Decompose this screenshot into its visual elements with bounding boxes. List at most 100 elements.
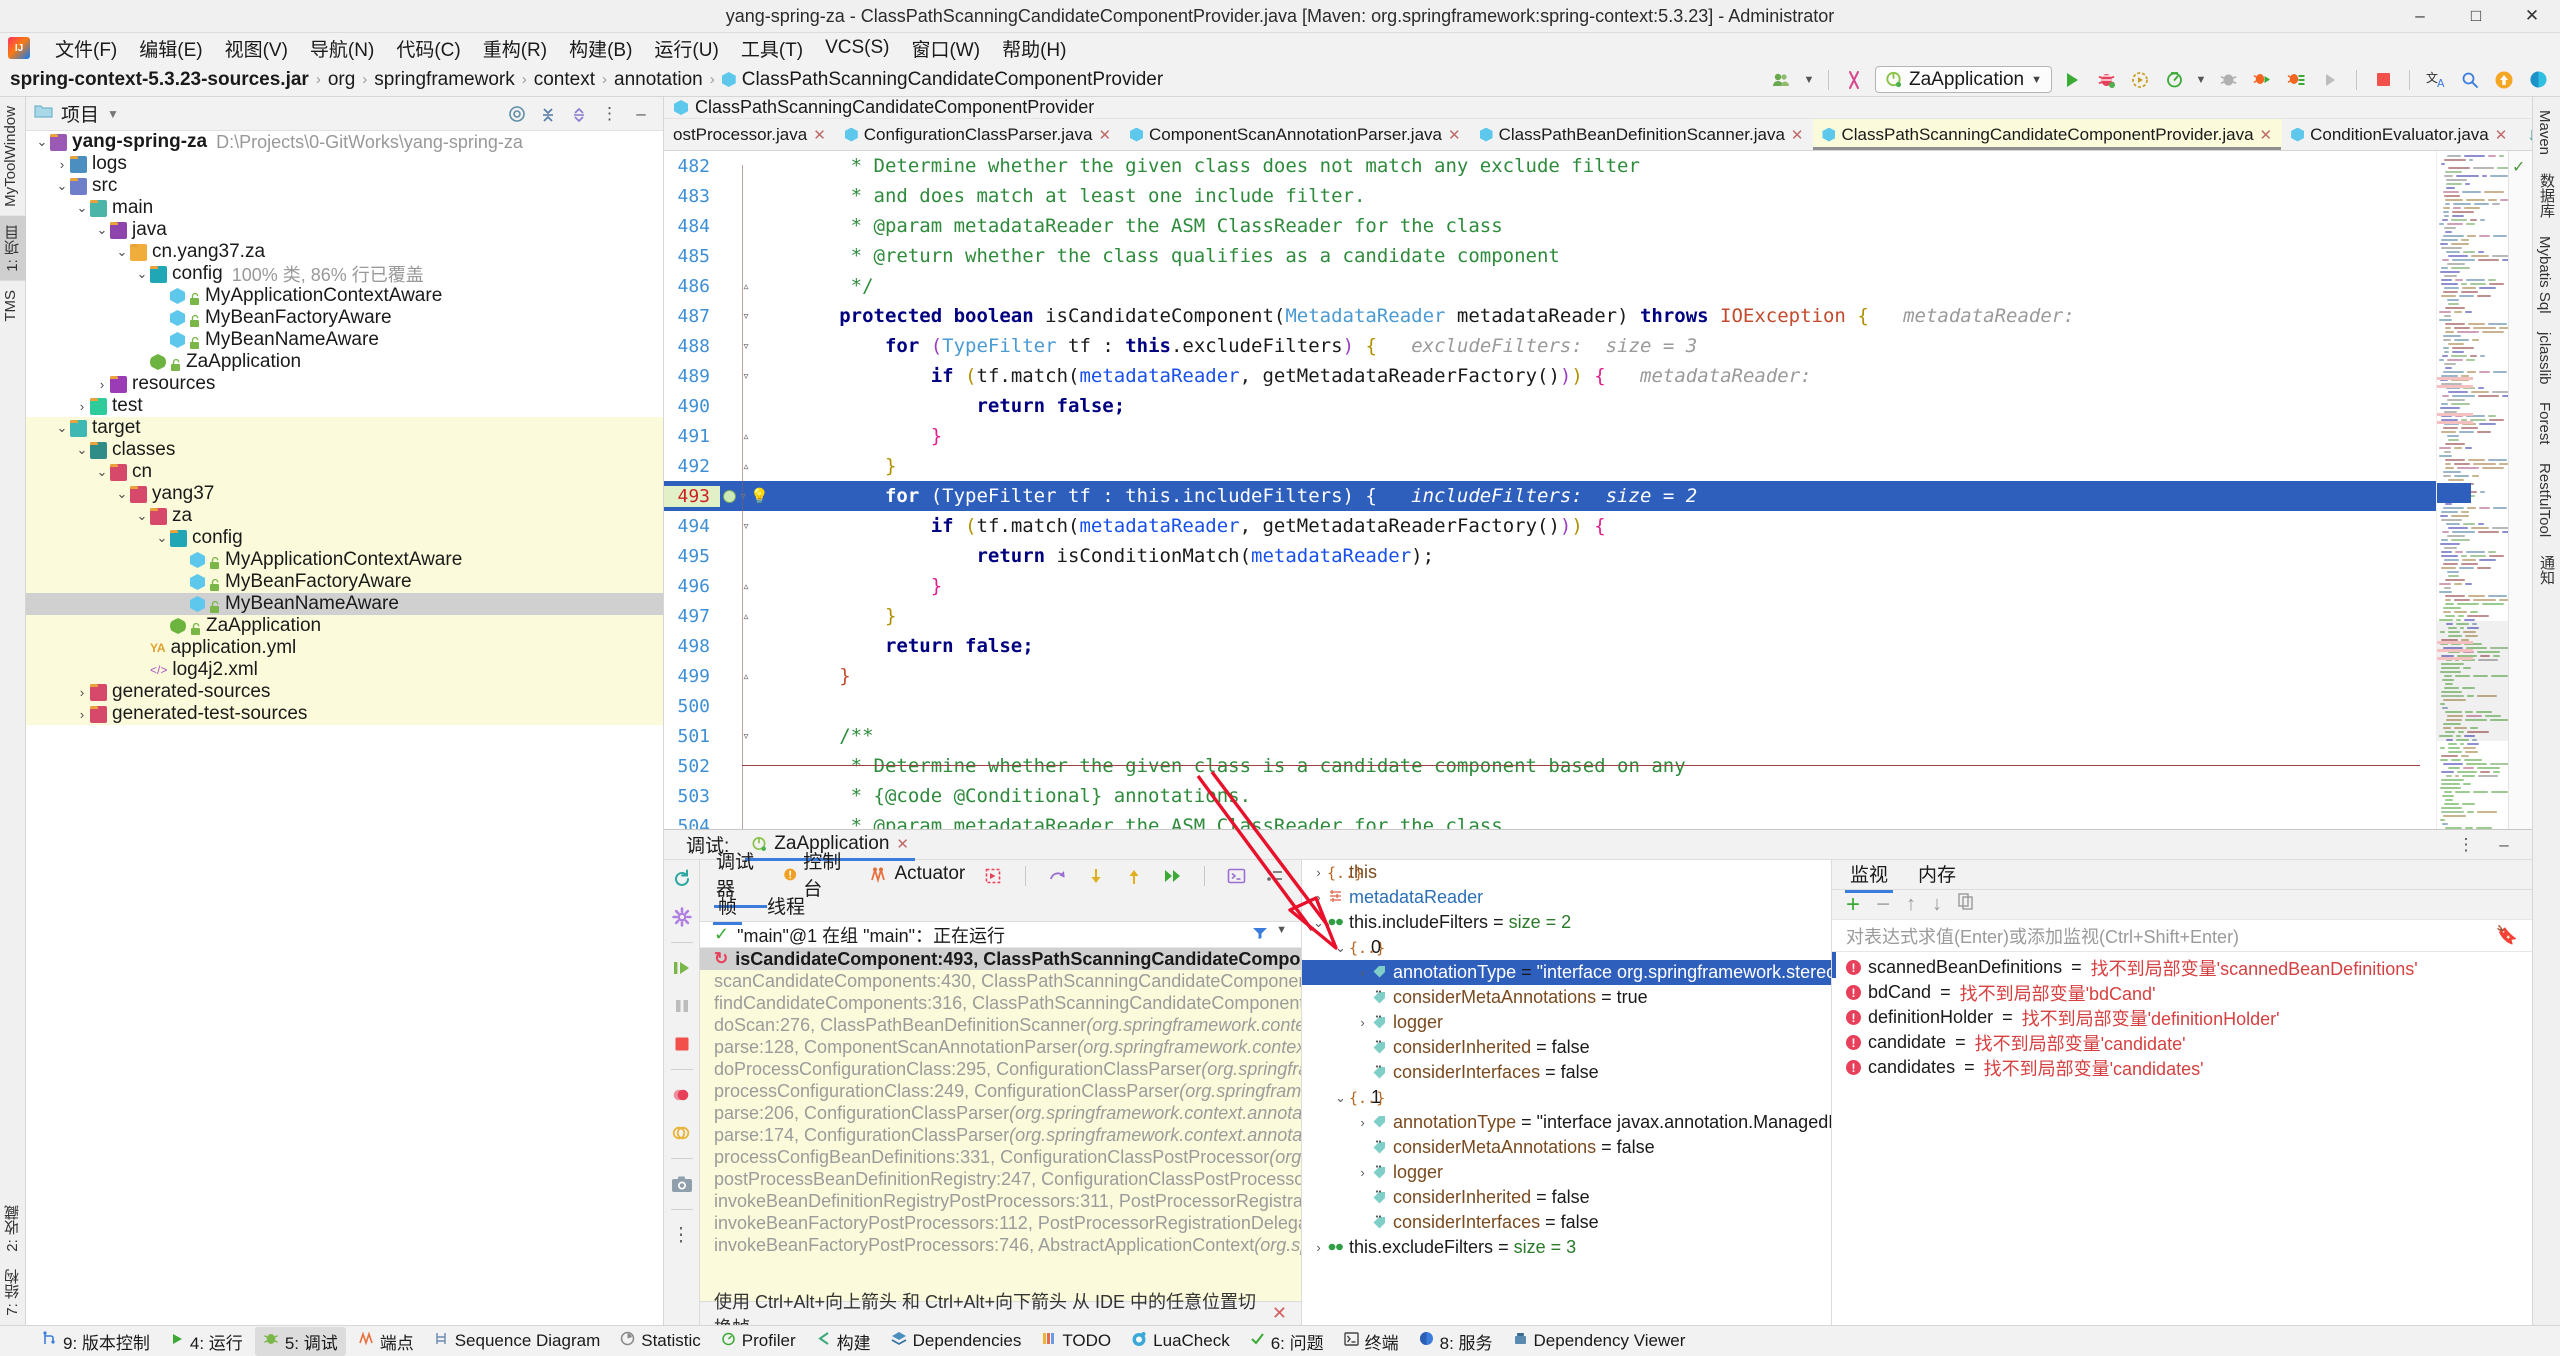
profiler-icon[interactable] (2160, 67, 2188, 93)
fold-icon[interactable]: ▿ (742, 339, 750, 354)
stack-frame-row[interactable]: doScan:276, ClassPathBeanDefinitionScann… (700, 1014, 1301, 1036)
stack-frame-row[interactable]: parse:206, ConfigurationClassParser (org… (700, 1102, 1301, 1124)
step-out-icon[interactable] (1122, 863, 1146, 889)
tree-row[interactable]: ⌄ cn (26, 461, 663, 483)
variable-row[interactable]: ⌄ {..} 0 (1302, 935, 1831, 960)
watch-expression-input[interactable]: 对表达式求值(Enter)或添加监视(Ctrl+Shift+Enter) 🔖 (1832, 920, 2532, 952)
tree-row[interactable]: › generated-test-sources (26, 703, 663, 725)
variable-expander[interactable]: ⌄ (1332, 1090, 1349, 1106)
statusbar-profiler[interactable]: Profiler (713, 1329, 804, 1353)
stack-frame-row[interactable]: parse:128, ComponentScanAnnotationParser… (700, 1036, 1301, 1058)
menu-item-4[interactable]: 代码(C) (385, 32, 471, 65)
variable-row[interactable]: considerInherited = false (1302, 1185, 1831, 1210)
tool-strip-maven[interactable]: Maven (2533, 101, 2556, 164)
tree-row[interactable]: ⌄ za (26, 505, 663, 527)
stack-frame-row[interactable]: findCandidateComponents:316, ClassPathSc… (700, 992, 1301, 1014)
hide-panel-icon[interactable]: – (2490, 832, 2518, 858)
editor-tab-2[interactable]: ComponentScanAnnotationParser.java ✕ (1121, 119, 1471, 150)
search-icon[interactable] (2456, 67, 2484, 93)
mute-breakpoints-icon[interactable] (669, 1120, 695, 1146)
select-opened-file-icon[interactable] (503, 101, 531, 127)
close-icon[interactable]: ✕ (813, 126, 826, 144)
close-icon[interactable]: ✕ (1791, 126, 1804, 144)
line-gutter-markers[interactable]: ▿ 💡 (720, 487, 772, 505)
tree-row[interactable]: › test (26, 395, 663, 417)
variable-row[interactable]: › this.excludeFilters = size = 3 (1302, 1235, 1831, 1260)
stop-icon[interactable] (2369, 67, 2397, 93)
stack-frame-row[interactable]: processConfigBeanDefinitions:331, Config… (700, 1146, 1301, 1168)
close-icon[interactable]: ✕ (1272, 1303, 1287, 1324)
breadcrumb-item-0[interactable]: spring-context-5.3.23-sources.jar (10, 69, 309, 91)
menu-item-1[interactable]: 编辑(E) (128, 32, 213, 65)
tree-row[interactable]: MyBeanNameAware (26, 329, 663, 351)
inspection-ok-icon[interactable]: ✓ (2512, 157, 2525, 177)
tool-strip-7----[interactable]: 7: 结构 (0, 1260, 26, 1325)
debug-icon[interactable] (2092, 67, 2120, 93)
variable-expander[interactable]: › (1310, 865, 1327, 880)
tree-expander[interactable]: ⌄ (134, 266, 150, 282)
tree-row[interactable]: YA application.yml (26, 637, 663, 659)
pause-program-icon[interactable] (669, 993, 695, 1019)
view-breakpoints-icon[interactable] (669, 1082, 695, 1108)
tree-expander[interactable]: ⌄ (54, 178, 70, 194)
stack-frame-row[interactable]: invokeBeanFactoryPostProcessors:746, Abs… (700, 1234, 1301, 1256)
statusbar-luacheck[interactable]: LuaCheck (1123, 1329, 1238, 1354)
menu-item-2[interactable]: 视图(V) (214, 32, 299, 65)
unfold-icon[interactable]: ▵ (742, 579, 750, 594)
variable-expander[interactable]: › (1354, 1165, 1371, 1180)
call-stack-frames[interactable]: ↻ isCandidateComponent:493, ClassPathScan… (700, 948, 1301, 1301)
users-icon[interactable] (1768, 67, 1796, 93)
close-button[interactable]: ✕ (2504, 0, 2560, 33)
tree-row[interactable]: ⌄ cn.yang37.za (26, 241, 663, 263)
line-gutter-markers[interactable]: ▵ (720, 279, 772, 294)
chevron-down-icon[interactable]: ▼ (1276, 924, 1287, 945)
stack-frame-row[interactable]: processConfigurationClass:249, Configura… (700, 1080, 1301, 1102)
more-options-icon[interactable]: ⋮ (596, 101, 624, 127)
close-icon[interactable]: ✕ (896, 835, 909, 853)
watch-row[interactable]: ! candidate = 找不到局部变量'candidate' (1832, 1030, 2532, 1055)
move-down-icon[interactable]: ↓ (1932, 893, 1942, 916)
tool-strip-2----[interactable]: 2: 收藏 (0, 1196, 26, 1261)
variable-row[interactable]: ⌄ {..} 1 (1302, 1085, 1831, 1110)
close-icon[interactable]: ✕ (1448, 126, 1461, 144)
maximize-button[interactable]: □ (2448, 0, 2504, 33)
statusbar-terminal[interactable]: 终端 (1336, 1327, 1407, 1356)
variable-expander[interactable]: › (1354, 965, 1371, 980)
step-over-icon[interactable] (1046, 863, 1070, 889)
frames-threads-tabs[interactable]: 帧 线程 (700, 892, 1301, 925)
tree-row[interactable]: › generated-sources (26, 681, 663, 703)
variable-row[interactable]: › logger (1302, 1160, 1831, 1185)
editor-tab-5[interactable]: ConditionEvaluator.java ✕ (2282, 119, 2517, 150)
breadcrumb-item-2[interactable]: springframework (374, 69, 514, 91)
breadcrumb-item-4[interactable]: annotation (614, 69, 703, 91)
variable-row[interactable]: › logger (1302, 1010, 1831, 1035)
tab-actuator[interactable]: Actuator (867, 860, 967, 892)
tree-row[interactable]: ⌄ target (26, 417, 663, 439)
tool-strip-restfultool[interactable]: RestfulTool (2533, 454, 2556, 546)
tree-row[interactable]: </> log4j2.xml (26, 659, 663, 681)
tool-strip-tms[interactable]: TMS (0, 281, 22, 331)
variables-tree[interactable]: › {..} this › metadataReader ⌄ this.includeFil… (1302, 860, 1832, 1325)
settings-gear-icon[interactable] (669, 904, 695, 930)
more-options-icon[interactable]: ⋮ (2452, 832, 2480, 858)
minimize-button[interactable]: – (2392, 0, 2448, 33)
code-minimap[interactable] (2436, 151, 2508, 829)
resume-program-icon[interactable] (669, 955, 695, 981)
line-gutter-markers[interactable]: ▿ (720, 309, 772, 324)
watch-row[interactable]: ! bdCand = 找不到局部变量'bdCand' (1832, 980, 2532, 1005)
add-watch-icon[interactable]: + (1846, 892, 1860, 917)
expand-all-icon[interactable] (534, 101, 562, 127)
unfold-icon[interactable]: ▵ (742, 459, 750, 474)
variable-row[interactable]: considerInterfaces = false (1302, 1060, 1831, 1085)
unfold-icon[interactable]: ▵ (742, 609, 750, 624)
update-icon[interactable] (2490, 67, 2518, 93)
tree-row[interactable]: ⌄ main (26, 197, 663, 219)
variable-expander[interactable]: ⌄ (1332, 940, 1349, 956)
move-up-icon[interactable]: ↑ (1906, 893, 1916, 916)
tree-expander[interactable]: ⌄ (94, 222, 110, 238)
unfold-icon[interactable]: ▵ (742, 429, 750, 444)
menu-item-9[interactable]: VCS(S) (814, 34, 900, 62)
statusbar-sequence[interactable]: Sequence Diagram (426, 1329, 609, 1353)
variable-row[interactable]: considerMetaAnnotations = true (1302, 985, 1831, 1010)
tree-row[interactable]: MyBeanFactoryAware (26, 307, 663, 329)
